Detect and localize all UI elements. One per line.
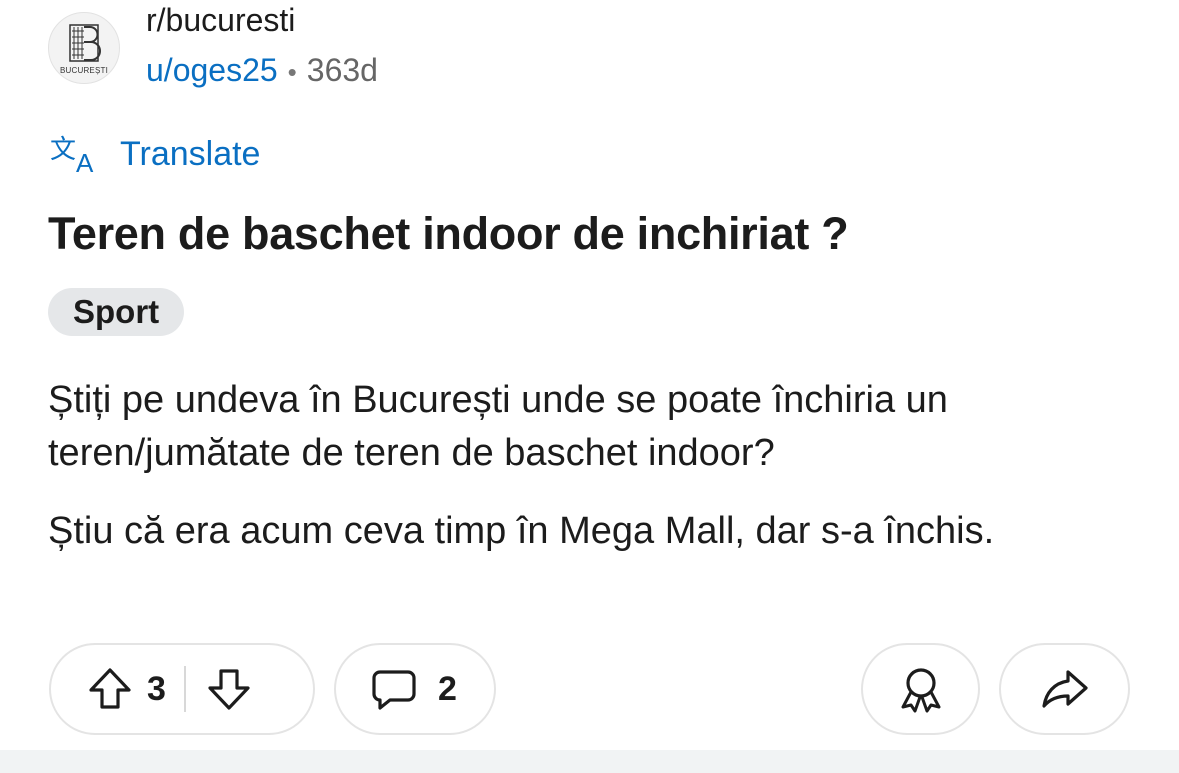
- footer-divider: [0, 750, 1179, 773]
- translate-button[interactable]: 文 A Translate: [50, 134, 261, 175]
- subreddit-name[interactable]: r/bucuresti: [146, 2, 295, 39]
- bucuresti-logo-icon: [69, 24, 101, 62]
- share-arrow-icon: [1041, 670, 1088, 708]
- downvote-arrow-icon[interactable]: [206, 666, 252, 712]
- svg-text:A: A: [76, 148, 94, 174]
- vote-bar: 3: [49, 643, 315, 735]
- author-link[interactable]: u/oges25: [146, 52, 278, 88]
- award-button[interactable]: [861, 643, 980, 735]
- comment-count: 2: [438, 669, 457, 708]
- body-paragraph: Știți pe undeva în București unde se poa…: [48, 379, 948, 474]
- share-button[interactable]: [999, 643, 1130, 735]
- post-body: Știți pe undeva în București unde se poa…: [48, 374, 1158, 583]
- subreddit-avatar[interactable]: BUCUREȘTI: [48, 12, 120, 84]
- comment-bubble-icon: [372, 670, 416, 710]
- post-flair[interactable]: Sport: [48, 288, 185, 336]
- post-title: Teren de baschet indoor de inchiriat ?: [48, 208, 849, 259]
- upvote-count: 3: [147, 669, 166, 708]
- meta-separator: •: [287, 57, 297, 87]
- translate-icon: 文 A: [50, 135, 94, 174]
- body-paragraph: Știu că era acum ceva timp în Mega Mall,…: [48, 510, 995, 552]
- comments-button[interactable]: 2: [334, 643, 496, 735]
- vote-divider: [183, 666, 186, 712]
- translate-label: Translate: [120, 134, 261, 173]
- upvote-arrow-icon[interactable]: [87, 666, 133, 712]
- post-age: 363d: [306, 52, 378, 88]
- svg-text:文: 文: [50, 135, 76, 165]
- avatar-label: BUCUREȘTI: [59, 66, 109, 75]
- post-meta: u/oges25 • 363d: [146, 52, 378, 89]
- award-ribbon-icon: [901, 668, 940, 713]
